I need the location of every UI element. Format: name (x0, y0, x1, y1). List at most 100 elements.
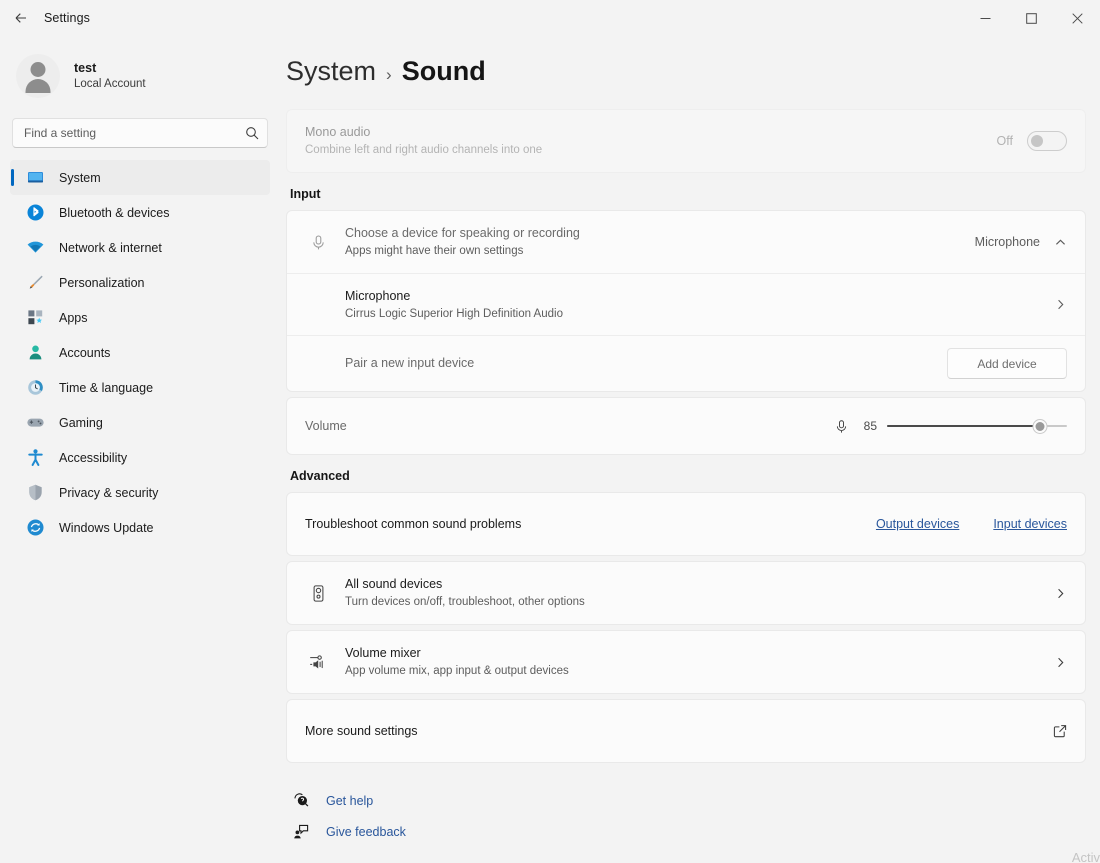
mono-audio-control: Off (997, 131, 1067, 151)
app-title: Settings (44, 11, 90, 25)
update-icon (24, 517, 46, 539)
volume-mixer-action[interactable] (1054, 656, 1067, 669)
minimize-button[interactable] (962, 0, 1008, 36)
get-help-label: Get help (326, 794, 373, 808)
give-feedback-label: Give feedback (326, 825, 406, 839)
all-sound-devices-card[interactable]: All sound devices Turn devices on/off, t… (286, 561, 1086, 625)
input-volume-slider[interactable] (887, 418, 1067, 434)
all-sound-devices-action[interactable] (1054, 587, 1067, 600)
search-container (0, 112, 280, 158)
microphone-device-action[interactable] (1054, 298, 1067, 311)
search-box[interactable] (12, 118, 268, 148)
input-volume-card[interactable]: Volume 85 (286, 397, 1086, 455)
breadcrumb: System › Sound (286, 56, 1086, 109)
more-sound-settings-text: More sound settings (305, 722, 1053, 740)
input-volume-value: 85 (859, 419, 877, 433)
input-device-chooser-control[interactable]: Microphone (975, 235, 1067, 249)
add-device-button[interactable]: Add device (947, 348, 1067, 379)
input-devices-card: Choose a device for speaking or recordin… (286, 210, 1086, 392)
microphone-icon (305, 234, 331, 251)
all-sound-devices-subtitle: Turn devices on/off, troubleshoot, other… (345, 594, 1054, 611)
accessibility-icon (24, 447, 46, 469)
microphone-device-row[interactable]: Microphone Cirrus Logic Superior High De… (287, 273, 1085, 335)
pair-input-device-action[interactable]: Add device (947, 348, 1067, 379)
external-link-icon[interactable] (1053, 724, 1067, 738)
chevron-right-icon[interactable] (1054, 656, 1067, 669)
gamepad-icon (24, 412, 46, 434)
account-text: test Local Account (74, 60, 146, 92)
input-volume-control[interactable]: 85 (834, 418, 1067, 434)
sidebar-item-label: System (59, 171, 101, 185)
sidebar-item-accounts[interactable]: Accounts (10, 335, 270, 370)
page-title: Sound (402, 56, 486, 87)
search-input[interactable] (24, 126, 245, 140)
footer-links: Get help Give feedback (286, 785, 1086, 847)
maximize-button[interactable] (1008, 0, 1054, 36)
volume-mixer-row[interactable]: Volume mixer App volume mix, app input &… (287, 631, 1085, 693)
chevron-up-icon[interactable] (1054, 236, 1067, 249)
window-controls (962, 0, 1100, 36)
mono-audio-subtitle: Combine left and right audio channels in… (305, 142, 997, 159)
shield-icon (24, 482, 46, 504)
avatar (16, 54, 60, 98)
sidebar-item-gaming[interactable]: Gaming (10, 405, 270, 440)
account-name: test (74, 60, 146, 77)
mono-audio-text: Mono audio Combine left and right audio … (305, 123, 997, 159)
input-volume-row[interactable]: Volume 85 (287, 398, 1085, 454)
pair-input-device-row: Pair a new input device Add device (287, 335, 1085, 391)
breadcrumb-separator-icon: › (386, 65, 392, 85)
input-device-chooser-title: Choose a device for speaking or recordin… (345, 224, 975, 242)
back-button[interactable] (6, 3, 36, 33)
input-volume-text: Volume (305, 417, 834, 435)
sidebar-item-windows-update[interactable]: Windows Update (10, 510, 270, 545)
sidebar-item-bluetooth-devices[interactable]: Bluetooth & devices (10, 195, 270, 230)
input-device-chooser-subtitle: Apps might have their own settings (345, 243, 975, 260)
troubleshoot-links: Output devices Input devices (876, 517, 1067, 531)
input-device-chooser-row[interactable]: Choose a device for speaking or recordin… (287, 211, 1085, 273)
input-volume-title: Volume (305, 417, 834, 435)
search-icon[interactable] (245, 126, 259, 140)
breadcrumb-parent[interactable]: System (286, 56, 376, 87)
sidebar-item-label: Network & internet (59, 241, 162, 255)
volume-mixer-card[interactable]: Volume mixer App volume mix, app input &… (286, 630, 1086, 694)
monitor-icon (24, 167, 46, 189)
sidebar-item-personalization[interactable]: Personalization (10, 265, 270, 300)
sidebar-item-accessibility[interactable]: Accessibility (10, 440, 270, 475)
chevron-right-icon[interactable] (1054, 587, 1067, 600)
close-button[interactable] (1054, 0, 1100, 36)
all-sound-devices-row[interactable]: All sound devices Turn devices on/off, t… (287, 562, 1085, 624)
maximize-icon (1026, 13, 1037, 24)
sidebar-item-label: Privacy & security (59, 486, 158, 500)
troubleshoot-output-devices-link[interactable]: Output devices (876, 517, 959, 531)
microphone-device-subtitle: Cirrus Logic Superior High Definition Au… (345, 306, 1054, 323)
mono-audio-card[interactable]: Mono audio Combine left and right audio … (286, 109, 1086, 173)
sidebar-item-label: Apps (59, 311, 88, 325)
give-feedback-link[interactable]: Give feedback (290, 816, 1086, 847)
troubleshoot-input-devices-link[interactable]: Input devices (993, 517, 1067, 531)
get-help-link[interactable]: Get help (290, 785, 1086, 816)
mono-audio-row[interactable]: Mono audio Combine left and right audio … (287, 110, 1085, 172)
sidebar-item-apps[interactable]: Apps (10, 300, 270, 335)
input-section-heading: Input (290, 187, 1086, 201)
slider-thumb[interactable] (1034, 420, 1047, 433)
sidebar-item-label: Personalization (59, 276, 144, 290)
account-type: Local Account (74, 77, 146, 93)
clock-icon (24, 377, 46, 399)
sidebar-item-label: Accounts (59, 346, 110, 360)
volume-mixer-subtitle: App volume mix, app input & output devic… (345, 663, 1054, 680)
sidebar-item-time-language[interactable]: Time & language (10, 370, 270, 405)
mono-audio-toggle[interactable] (1027, 131, 1067, 151)
sidebar-item-system[interactable]: System (10, 160, 270, 195)
chevron-right-icon[interactable] (1054, 298, 1067, 311)
microphone-device-title: Microphone (345, 287, 1054, 305)
sidebar-item-label: Accessibility (59, 451, 127, 465)
more-sound-settings-action[interactable] (1053, 724, 1067, 738)
sidebar-item-network-internet[interactable]: Network & internet (10, 230, 270, 265)
content-area: System › Sound Mono audio Combine left a… (280, 36, 1100, 863)
volume-mixer-title: Volume mixer (345, 644, 1054, 662)
more-sound-settings-row[interactable]: More sound settings (287, 700, 1085, 762)
more-sound-settings-card[interactable]: More sound settings (286, 699, 1086, 763)
sidebar-item-privacy-security[interactable]: Privacy & security (10, 475, 270, 510)
account-block[interactable]: test Local Account (0, 40, 280, 112)
pair-input-device-text: Pair a new input device (345, 354, 947, 372)
